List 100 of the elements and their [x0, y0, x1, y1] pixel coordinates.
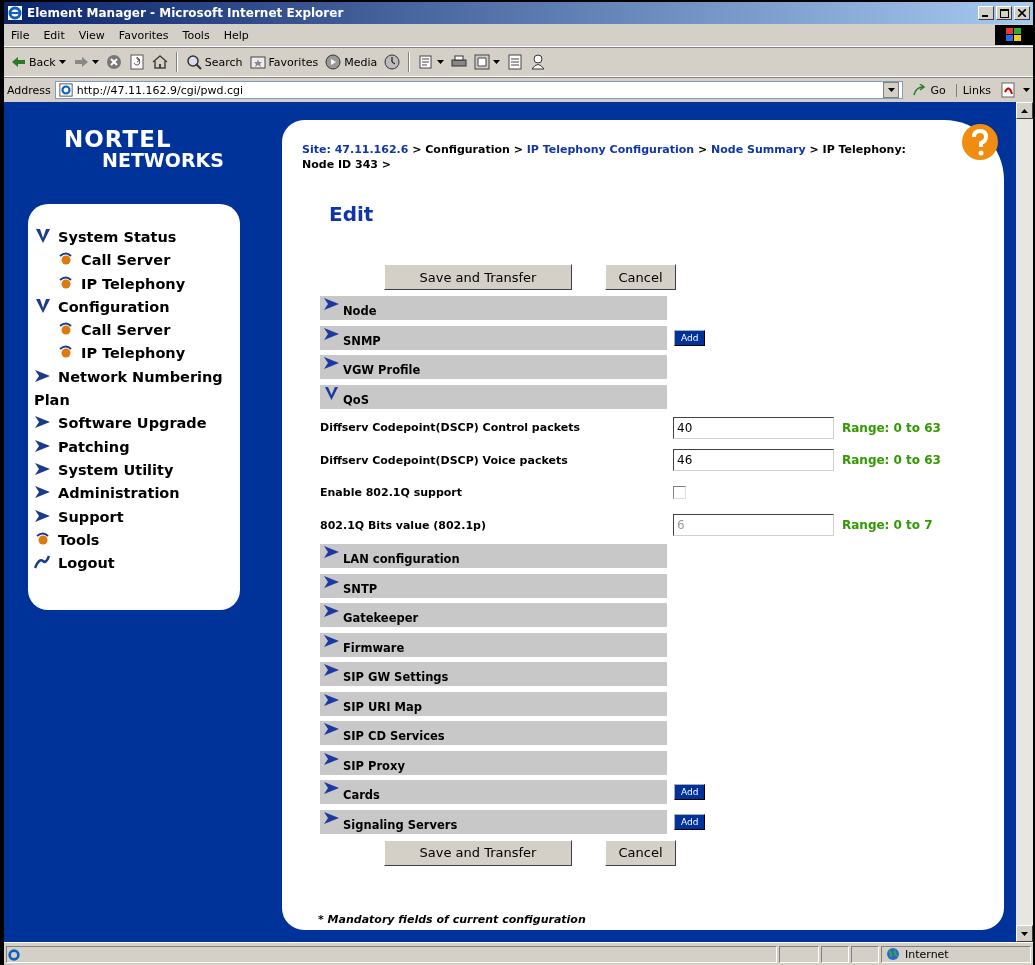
- nav-link[interactable]: Configuration: [34, 295, 234, 320]
- breadcrumb: Site: 47.11.162.6 > Configuration > IP Telephony Configuration > Node Summary > IP Telephony: Node ID 343 >: [302, 142, 907, 172]
- nav-link[interactable]: System Utility: [34, 458, 234, 483]
- history-icon: [384, 54, 401, 70]
- nav-link[interactable]: System Status: [34, 226, 234, 250]
- back-icon: [10, 54, 26, 70]
- menu-item[interactable]: File: [4, 28, 37, 42]
- edit-icon: [474, 54, 491, 70]
- scroll-up-button[interactable]: [1016, 102, 1033, 119]
- mail-button[interactable]: [416, 53, 447, 71]
- menu-item[interactable]: Favorites: [111, 28, 176, 42]
- nav-link[interactable]: Administration: [34, 482, 234, 506]
- maximize-icon: [999, 8, 1009, 18]
- section-header[interactable]: VGW Profile: [320, 355, 667, 379]
- text-field[interactable]: 40: [673, 416, 834, 439]
- links-label[interactable]: Links: [955, 83, 997, 97]
- save-button[interactable]: Save and Transfer: [384, 264, 572, 290]
- field-label: Diffserv Codepoint(DSCP) Control packets: [320, 421, 581, 434]
- section-header[interactable]: SNTP: [320, 573, 667, 598]
- add-button[interactable]: Add: [674, 784, 706, 800]
- nav-link[interactable]: Logout: [34, 552, 234, 576]
- section-header[interactable]: SIP Proxy: [320, 750, 667, 775]
- nav-link[interactable]: Call Server: [34, 319, 234, 343]
- section-header[interactable]: SNMP: [320, 325, 667, 350]
- page-icon: [7, 947, 21, 962]
- print-icon: [451, 54, 468, 70]
- close-icon: [1018, 9, 1026, 17]
- nav-link[interactable]: Software Upgrade: [34, 412, 234, 436]
- media-button[interactable]: Media: [323, 53, 380, 71]
- status-pane: [821, 945, 849, 963]
- nav-link[interactable]: Patching: [34, 435, 234, 459]
- forward-icon: [72, 54, 89, 70]
- scrollbar[interactable]: [1016, 102, 1033, 942]
- nav-link[interactable]: Call Server: [34, 249, 234, 273]
- save-button[interactable]: Save and Transfer: [384, 839, 572, 866]
- up-arrow-icon: [1021, 108, 1028, 113]
- section-header[interactable]: Firmware: [320, 632, 667, 657]
- nav-link[interactable]: IP Telephony: [34, 342, 234, 366]
- search-button[interactable]: Search: [183, 53, 245, 71]
- search-icon: [185, 54, 202, 70]
- status-pane: [851, 945, 879, 963]
- menu-item[interactable]: Tools: [175, 28, 217, 42]
- breadcrumb-link[interactable]: IP Telephony Configuration: [526, 143, 695, 156]
- go-button[interactable]: Go: [907, 83, 952, 97]
- add-button[interactable]: Add: [674, 813, 706, 830]
- back-button[interactable]: Back: [8, 53, 68, 71]
- section-header[interactable]: Gatekeeper: [320, 603, 667, 627]
- media-icon: [325, 54, 342, 70]
- checkbox[interactable]: [673, 486, 686, 499]
- refresh-icon: [128, 54, 145, 70]
- history-button[interactable]: [382, 53, 403, 71]
- text-field[interactable]: 46: [673, 449, 834, 471]
- go-arrow-icon: [913, 84, 928, 96]
- cancel-button[interactable]: Cancel: [605, 264, 676, 290]
- address-label: Address: [7, 83, 51, 97]
- section-header[interactable]: Cards: [320, 780, 667, 804]
- scroll-down-button[interactable]: [1016, 925, 1033, 942]
- field-label: Enable 802.1Q support: [320, 486, 464, 499]
- breadcrumb-link[interactable]: Site: 47.11.162.6: [302, 143, 409, 156]
- help-icon[interactable]: [960, 122, 1000, 162]
- home-icon: [151, 54, 168, 70]
- section-header[interactable]: SIP CD Services: [320, 721, 667, 745]
- logo-text: NETWORKS: [102, 151, 225, 170]
- menu-item[interactable]: View: [71, 28, 112, 42]
- close-button[interactable]: [1014, 6, 1030, 20]
- field-label: Diffserv Codepoint(DSCP) Voice packets: [320, 453, 569, 467]
- maximize-button[interactable]: [996, 6, 1012, 20]
- messenger-icon: [530, 54, 547, 70]
- logo-text: NORTEL: [64, 128, 173, 151]
- menu-item[interactable]: Help: [216, 28, 256, 42]
- section-header[interactable]: Node: [320, 296, 667, 320]
- logout-icon: [34, 555, 52, 570]
- add-button[interactable]: Add: [674, 329, 706, 346]
- section-header[interactable]: QoS: [320, 384, 667, 409]
- nav-link[interactable]: Support: [34, 505, 234, 529]
- nav-link[interactable]: Tools: [34, 528, 234, 553]
- minimize-button[interactable]: [978, 6, 994, 20]
- section-header[interactable]: SIP GW Settings: [320, 662, 667, 686]
- address-field[interactable]: http://47.11.162.9/cgi/pwd.cgi: [54, 81, 904, 99]
- footnote: * Mandatory fields of current configuration: [318, 912, 587, 926]
- nav-link[interactable]: Network Numbering Plan: [34, 365, 234, 413]
- breadcrumb-link[interactable]: Node Summary: [711, 143, 806, 156]
- section-header[interactable]: Signaling Servers: [320, 809, 667, 834]
- browser-logo-icon: [7, 5, 23, 21]
- section-header[interactable]: LAN configuration: [320, 544, 667, 568]
- favorites-button[interactable]: Favorites: [247, 53, 321, 71]
- stop-icon: [105, 54, 122, 70]
- caret-icon: [887, 88, 895, 92]
- range-hint: Range: 0 to 63: [842, 420, 941, 435]
- cancel-button[interactable]: Cancel: [605, 839, 676, 866]
- status-pane: [779, 945, 819, 963]
- section-header[interactable]: SIP URI Map: [320, 691, 667, 716]
- page-heading: Edit: [329, 202, 375, 226]
- edit-button[interactable]: [472, 53, 503, 71]
- menu-item[interactable]: Edit: [36, 28, 72, 42]
- page-icon: [58, 83, 73, 97]
- dropdown-button[interactable]: [883, 82, 900, 98]
- window-title: Element Manager - Microsoft Internet Explorer: [27, 6, 345, 20]
- nav-link[interactable]: IP Telephony: [34, 272, 234, 296]
- down-arrow-icon: [1021, 931, 1028, 936]
